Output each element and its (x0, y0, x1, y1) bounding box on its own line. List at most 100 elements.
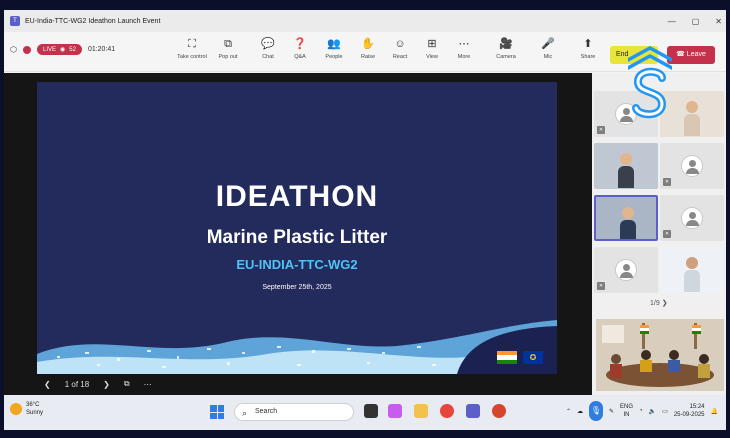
mic-off-icon: ✕ (663, 178, 671, 186)
pen-icon[interactable]: ✎ (609, 408, 614, 415)
language-bottom: IN (623, 412, 630, 418)
participant-tile[interactable] (594, 195, 658, 241)
take-control-button[interactable]: ⛶ Take control (174, 37, 210, 60)
windows-start-icon[interactable] (210, 405, 224, 419)
mic-off-icon: ✕ (597, 126, 605, 134)
clock[interactable]: 15:24 25-09-2025 (674, 403, 705, 419)
wifi-icon[interactable]: ◔ (639, 408, 643, 414)
participant-video (620, 207, 636, 239)
previous-slide-icon[interactable]: ❮ (44, 380, 51, 389)
participants-page: 1/9 (650, 300, 660, 307)
slide-page-indicator: 1 of 18 (64, 379, 90, 389)
mic-button[interactable]: 🎤 Mic (530, 37, 566, 60)
taskbar-search[interactable]: ⌕ Search (234, 403, 354, 421)
more-label: More (457, 54, 471, 60)
mic-off-icon: ✕ (663, 230, 671, 238)
cloud-icon[interactable]: ☁ (577, 408, 583, 415)
react-icon: ☺ (394, 38, 406, 50)
share-button[interactable]: ⬆ Share (570, 37, 606, 60)
maximize-button[interactable]: ▢ (692, 17, 700, 26)
viewer-count: 52 (69, 46, 76, 53)
next-page-icon[interactable]: ❯ (662, 300, 668, 307)
channel-logo-icon (628, 46, 672, 119)
copilot-icon[interactable] (388, 404, 402, 418)
live-label: LIVE (42, 46, 56, 53)
view-label: View (426, 54, 438, 60)
room-scene (596, 319, 724, 391)
participant-video (684, 257, 700, 293)
sync-slides-icon[interactable]: ⧉ (124, 379, 130, 389)
share-icon: ⬆ (583, 38, 593, 50)
teams-icon[interactable] (466, 404, 480, 418)
shield-icon: ⬡ (10, 45, 17, 54)
minimize-button[interactable]: — (668, 17, 676, 26)
temperature: 36°C (26, 402, 40, 408)
slide-title: IDEATHON (215, 180, 379, 213)
pop-out-label: Pop out (218, 54, 238, 60)
viewers-icon: ◉ (60, 47, 66, 53)
participant-video (618, 153, 634, 189)
slide-more-icon[interactable]: ⋯ (144, 380, 152, 389)
people-icon: 👥 (327, 38, 341, 50)
qa-button[interactable]: ❓ Q&A (282, 37, 318, 60)
raise-hand-button[interactable]: ✋ Raise (350, 37, 386, 60)
chrome-icon[interactable] (440, 404, 454, 418)
react-button[interactable]: ☺ React (382, 37, 418, 60)
view-icon: ⊞ (427, 38, 437, 50)
pop-out-button[interactable]: ⧉ Pop out (210, 37, 246, 60)
phone-icon: ☎ (676, 51, 687, 58)
qa-icon: ❓ (293, 38, 307, 50)
people-button[interactable]: 👥 People (316, 37, 352, 60)
language-indicator[interactable]: ENG IN (620, 403, 633, 419)
search-icon: ⌕ (242, 408, 248, 418)
teams-app-icon: T (10, 16, 20, 26)
mic-off-icon: ✕ (597, 282, 605, 290)
shared-content-stage: IDEATHON Marine Plastic Litter EU-INDIA-… (4, 73, 592, 395)
clock-date: 25-09-2025 (673, 412, 705, 418)
slide-navigation: ❮ 1 of 18 ❯ ⧉ ⋯ (44, 379, 152, 389)
microphone-icon[interactable]: 🎙 (588, 401, 603, 421)
window-title: EU-India-TTC-WG2 Ideathon Launch Event (25, 17, 161, 25)
leave-button[interactable]: ☎ Leave (667, 46, 715, 64)
participant-tile[interactable]: ✕ (594, 247, 658, 293)
avatar-icon (681, 207, 703, 229)
participant-tile[interactable]: ✕ (660, 195, 724, 241)
search-placeholder: Search (255, 408, 278, 415)
sun-icon (10, 403, 22, 415)
live-badge: LIVE ◉ 52 (36, 44, 82, 55)
camera-label: Camera (496, 54, 516, 60)
chevron-up-icon[interactable]: ⌃ (566, 408, 571, 415)
mic-icon: 🎤 (541, 38, 555, 50)
chat-label: Chat (262, 54, 274, 60)
participant-tile[interactable] (594, 143, 658, 189)
leave-label: Leave (686, 51, 706, 58)
weather-condition: Sunny (26, 410, 44, 416)
windows-taskbar: 36°C Sunny ⌕ Search ⌃ ☁ 🎙 ✎ ENG IN ◔ 🔈 ▭ (4, 395, 726, 430)
participant-video (684, 101, 700, 137)
participant-tile[interactable]: ✕ (660, 143, 724, 189)
battery-icon[interactable]: ▭ (662, 408, 668, 415)
next-slide-icon[interactable]: ❯ (103, 380, 110, 389)
conference-room-video (596, 319, 724, 391)
view-button[interactable]: ⊞ View (414, 37, 450, 60)
more-button[interactable]: ⋯ More (446, 37, 482, 60)
people-label: People (325, 54, 343, 60)
avatar-icon (681, 155, 703, 177)
participant-tile[interactable] (660, 247, 724, 293)
window-controls: — ▢ ✕ (668, 10, 722, 32)
slide-subtitle: Marine Plastic Litter (206, 227, 388, 248)
clock-time: 15:24 (689, 404, 705, 410)
notification-icon[interactable]: 🔔 (711, 408, 718, 415)
task-view-icon[interactable] (364, 404, 378, 418)
meeting-timer: 01:20:41 (87, 46, 116, 53)
chat-icon: 💬 (261, 38, 275, 50)
camera-button[interactable]: 🎥 Camera (488, 37, 524, 60)
app-icon[interactable] (492, 404, 506, 418)
close-button[interactable]: ✕ (715, 17, 722, 26)
file-explorer-icon[interactable] (414, 404, 428, 418)
weather-widget[interactable]: 36°C Sunny (10, 401, 43, 417)
participants-pager: 1/9 ❯ (650, 299, 668, 307)
chat-button[interactable]: 💬 Chat (250, 37, 286, 60)
volume-icon[interactable]: 🔈 (649, 408, 656, 415)
system-tray: ⌃ ☁ 🎙 ✎ ENG IN ◔ 🔈 ▭ 15:24 25-09-2025 🔔 (566, 401, 718, 421)
